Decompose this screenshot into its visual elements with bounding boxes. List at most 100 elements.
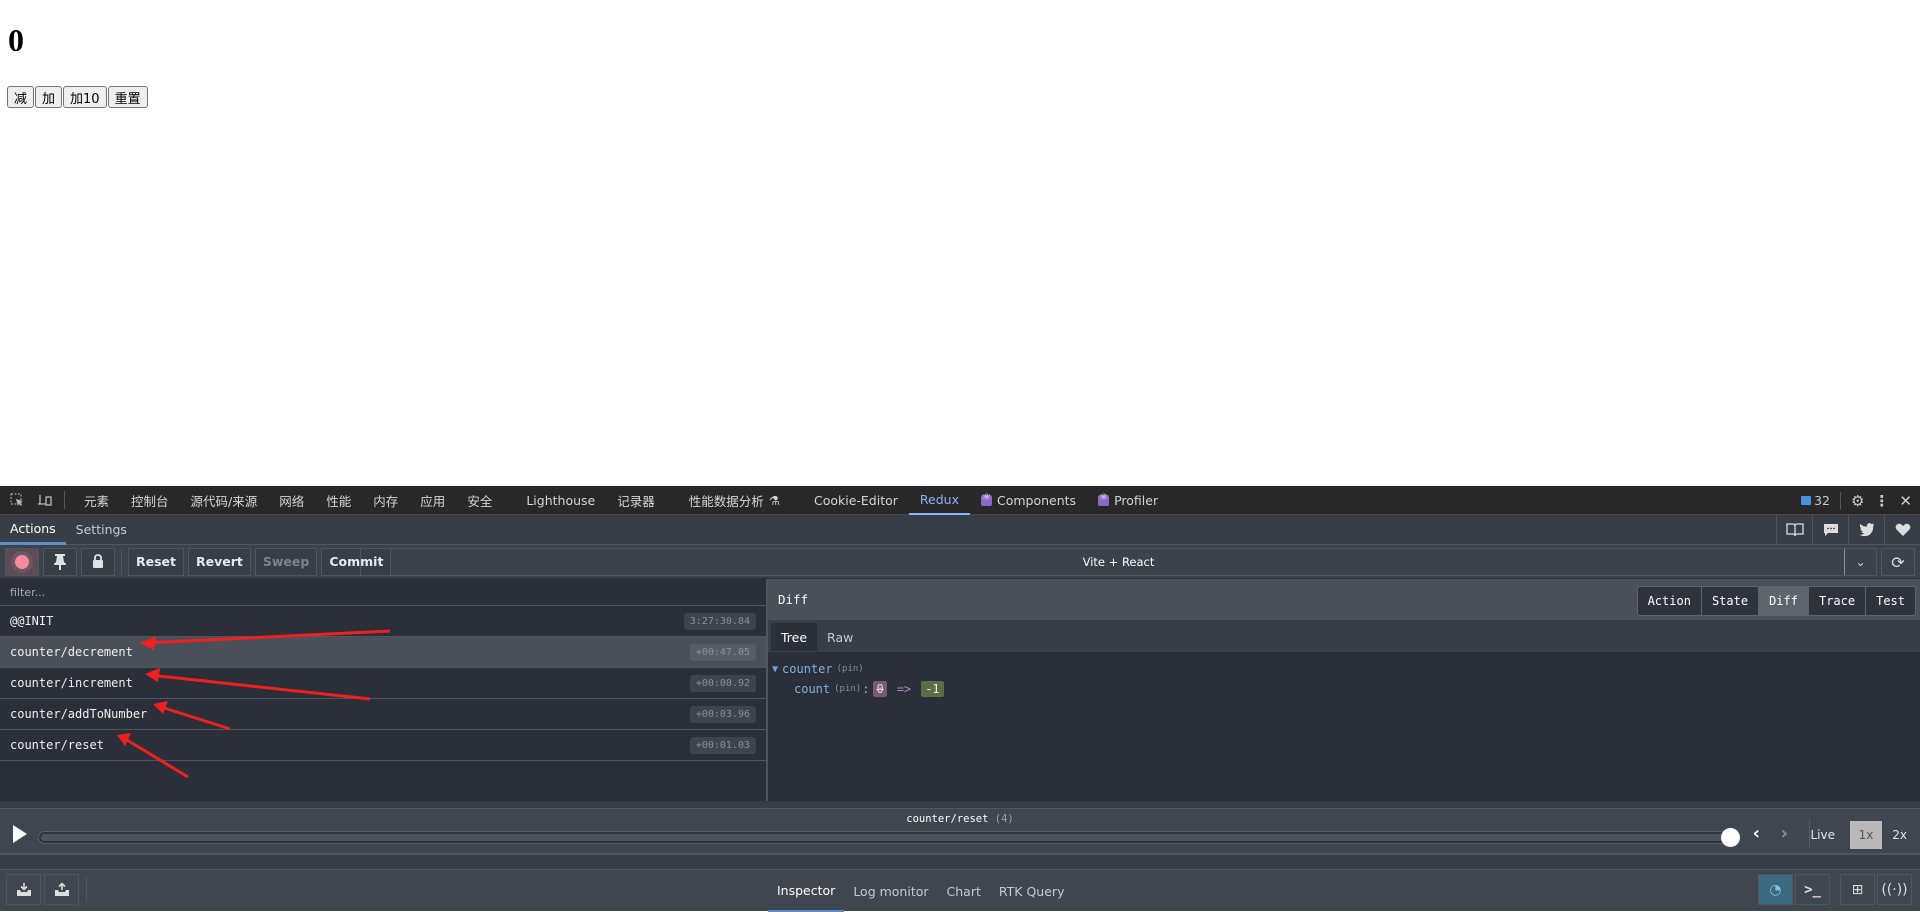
tab-security[interactable]: 安全 <box>456 486 503 515</box>
devtools-tabbar: 元素 控制台 源代码/来源 网络 性能 内存 应用 安全 Lighthouse … <box>0 486 1920 515</box>
speed-2x[interactable]: 2x <box>1885 821 1914 849</box>
speed-1x[interactable]: 1x <box>1850 821 1882 849</box>
persist-button[interactable]: ◔ <box>1758 874 1793 905</box>
tab-raw[interactable]: Raw <box>817 623 863 651</box>
speed-live[interactable]: Live <box>1803 821 1842 849</box>
record-button[interactable] <box>5 547 39 576</box>
revert-button[interactable]: Revert <box>188 547 251 576</box>
action-type: counter/decrement <box>10 645 133 659</box>
tab-components[interactable]: Components <box>970 486 1087 515</box>
record-icon <box>15 554 29 569</box>
devtools-right-controls: 32 ⚙ ⋮ ✕ <box>1801 486 1920 515</box>
close-icon[interactable]: ✕ <box>1899 492 1912 510</box>
actions-list-pane: @@INIT 3:27:30.84 counter/decrement +00:… <box>0 579 768 801</box>
tab-actions[interactable]: Actions <box>0 515 66 545</box>
grid-icon: ⊞ <box>1851 881 1864 898</box>
slider-toggle-button[interactable]: ⊞ <box>1840 874 1875 905</box>
current-action-index: (4) <box>994 813 1014 825</box>
action-row[interactable]: counter/increment +00:00.92 <box>0 668 766 699</box>
tab-components-label: Components <box>996 492 1077 508</box>
tab-tree[interactable]: Tree <box>771 623 818 651</box>
increment-button[interactable]: 加 <box>35 86 63 108</box>
action-row[interactable]: counter/addToNumber +00:03.96 <box>0 699 766 730</box>
tab-lighthouse[interactable]: Lighthouse <box>515 486 606 515</box>
expand-triangle-icon[interactable]: ▼ <box>772 664 778 675</box>
diff-subtabs: Tree Raw <box>768 621 1920 652</box>
reset-action-button[interactable]: Reset <box>128 547 184 576</box>
lock-button[interactable] <box>81 547 115 576</box>
tab-memory[interactable]: 内存 <box>362 486 409 515</box>
slider-track[interactable] <box>38 831 1730 844</box>
redux-toolbar: Reset Revert Sweep Commit Vite + React ⌄… <box>0 545 1920 579</box>
gear-icon[interactable]: ⚙ <box>1851 492 1864 510</box>
tab-rtk-query[interactable]: RTK Query <box>990 870 1074 912</box>
reset-button[interactable]: 重置 <box>107 86 148 108</box>
tree-node-counter[interactable]: ▼ counter (pin) <box>772 659 1916 679</box>
action-time: +00:03.96 <box>689 705 756 723</box>
tab-trace[interactable]: Trace <box>1807 587 1866 615</box>
tab-chart[interactable]: Chart <box>938 870 990 912</box>
tab-application[interactable]: 应用 <box>409 486 456 515</box>
action-time: 3:27:30.84 <box>683 612 756 630</box>
pin-label[interactable]: (pin) <box>834 684 861 694</box>
tab-elements[interactable]: 元素 <box>73 486 120 515</box>
export-button[interactable] <box>44 874 79 905</box>
diff-title: Diff <box>778 592 809 607</box>
action-row[interactable]: @@INIT 3:27:30.84 <box>0 606 766 637</box>
tab-network[interactable]: 网络 <box>268 486 315 515</box>
tab-diff[interactable]: Diff <box>1758 587 1808 615</box>
slider-thumb[interactable] <box>1721 828 1740 847</box>
slider-fill <box>41 834 1727 841</box>
tab-performance[interactable]: 性能 <box>315 486 362 515</box>
action-row[interactable]: counter/decrement +00:47.05 <box>0 637 766 668</box>
issues-counter[interactable]: 32 <box>1801 493 1830 508</box>
device-toolbar-icon[interactable] <box>34 489 56 511</box>
heart-icon[interactable] <box>1884 515 1920 545</box>
decrement-button[interactable]: 减 <box>7 86 35 108</box>
tab-sources[interactable]: 源代码/来源 <box>180 486 269 515</box>
add-ten-button[interactable]: 加10 <box>63 86 107 108</box>
feedback-chat-icon[interactable] <box>1812 515 1848 545</box>
dispatcher-button[interactable]: >_ <box>1795 874 1830 905</box>
redux-header-links <box>1776 515 1920 545</box>
tab-test[interactable]: Test <box>1865 587 1915 615</box>
tab-cookie-editor[interactable]: Cookie-Editor <box>803 486 909 515</box>
export-icon <box>54 882 69 896</box>
tab-performance-insights[interactable]: 性能数据分析 ⚗ <box>678 486 791 515</box>
tab-profiler[interactable]: Profiler <box>1087 486 1169 515</box>
counter-value: 0 <box>8 22 24 58</box>
tab-redux[interactable]: Redux <box>908 486 970 515</box>
twitter-icon[interactable] <box>1848 515 1884 545</box>
diff-header: Diff Action State Diff Trace Test <box>768 579 1920 621</box>
pin-label[interactable]: (pin) <box>837 664 864 674</box>
pin-button[interactable] <box>43 547 77 576</box>
chevron-right-icon[interactable]: › <box>1781 823 1788 844</box>
filter-input[interactable] <box>0 579 766 606</box>
current-action-label: counter/reset <box>906 813 989 825</box>
action-time: +00:00.92 <box>689 674 756 692</box>
tab-recorder[interactable]: 记录器 <box>606 486 666 515</box>
chevron-left-icon[interactable]: ‹ <box>1753 823 1760 844</box>
action-type: counter/reset <box>10 738 104 752</box>
action-row[interactable]: counter/reset +00:01.03 <box>0 730 766 761</box>
terminal-icon: >_ <box>1804 881 1821 898</box>
tab-state[interactable]: State <box>1700 587 1759 615</box>
play-icon[interactable] <box>13 825 27 843</box>
sweep-button[interactable]: Sweep <box>254 547 318 576</box>
colon: : <box>862 682 870 696</box>
more-vertical-icon[interactable]: ⋮ <box>1874 492 1889 510</box>
tab-inspector[interactable]: Inspector <box>768 870 845 912</box>
docs-book-icon[interactable] <box>1776 515 1812 545</box>
inspect-element-icon[interactable] <box>6 489 28 511</box>
instance-select[interactable]: Vite + React ⌄ <box>360 548 1877 576</box>
persist-icon: ◔ <box>1769 881 1782 898</box>
tab-settings[interactable]: Settings <box>66 515 137 545</box>
tab-action[interactable]: Action <box>1637 587 1701 615</box>
tab-log-monitor[interactable]: Log monitor <box>844 870 937 912</box>
redux-header: Actions Settings <box>0 515 1920 545</box>
remote-button[interactable]: ((·)) <box>1877 874 1912 905</box>
tab-console[interactable]: 控制台 <box>120 486 180 515</box>
import-button[interactable] <box>6 874 41 905</box>
sync-button[interactable]: ⟳ <box>1881 548 1915 576</box>
broadcast-icon: ((·)) <box>1881 881 1908 898</box>
